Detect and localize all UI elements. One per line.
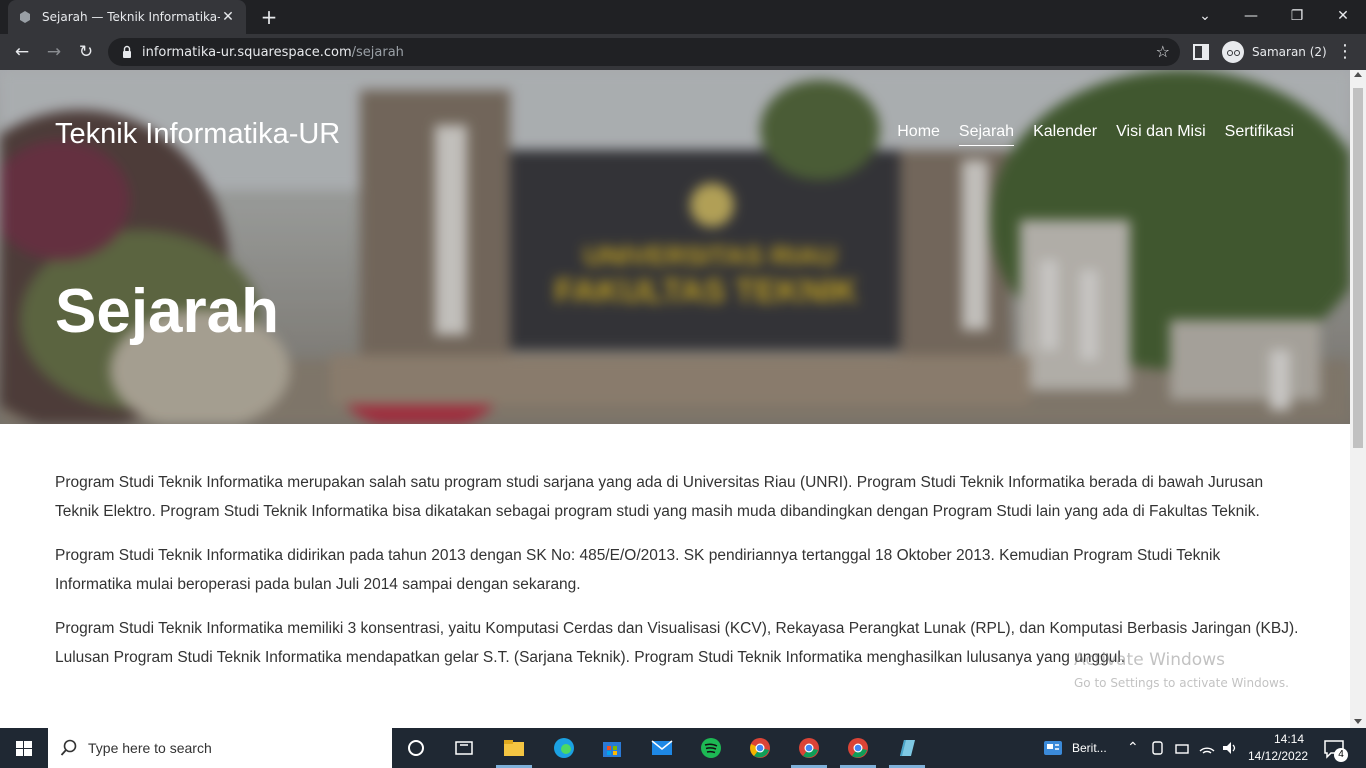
lock-icon <box>123 45 131 58</box>
clock-date[interactable]: 14/12/2022 <box>1248 749 1308 763</box>
network-device-icon[interactable] <box>1174 739 1192 757</box>
bookmark-star-icon[interactable]: ☆ <box>1156 42 1170 61</box>
chrome-icon[interactable] <box>748 736 772 760</box>
activate-windows-subtitle: Go to Settings to activate Windows. <box>1074 676 1289 690</box>
scrollbar-thumb[interactable] <box>1353 88 1363 448</box>
browser-toolbar: ← → ↻ informatika-ur.squarespace.com/sej… <box>0 34 1366 70</box>
nav-link-sejarah[interactable]: Sejarah <box>958 123 1015 146</box>
hero-banner: UNIVERSITAS RIAU FAKULTAS TEKNIK Teknik … <box>0 70 1350 424</box>
meet-now-icon[interactable] <box>1150 739 1168 757</box>
url-host: informatika-ur.squarespace.com <box>142 44 352 60</box>
main-nav: Home Sejarah Kalender Visi dan Misi Sert… <box>897 123 1294 146</box>
page-scrollbar[interactable] <box>1350 70 1366 728</box>
volume-icon[interactable] <box>1221 739 1239 757</box>
clock-time[interactable]: 14:14 <box>1263 732 1315 746</box>
taskbar-search-box[interactable]: Type here to search <box>48 728 392 768</box>
page-viewport: UNIVERSITAS RIAU FAKULTAS TEKNIK Teknik … <box>0 70 1350 728</box>
forward-button[interactable]: → <box>42 40 66 64</box>
chrome-incognito-icon[interactable] <box>846 736 870 760</box>
microsoft-store-icon[interactable] <box>600 736 624 760</box>
back-button[interactable]: ← <box>10 40 34 64</box>
restore-button[interactable]: ❐ <box>1274 4 1320 28</box>
tab-title: Sejarah — Teknik Informatika-UR <box>42 10 220 24</box>
page-heading: Sejarah <box>55 277 280 346</box>
nav-link-home[interactable]: Home <box>897 123 940 146</box>
chrome-profile-icon[interactable] <box>797 736 821 760</box>
address-bar[interactable]: informatika-ur.squarespace.com/sejarah ☆ <box>108 38 1180 66</box>
new-tab-button[interactable]: + <box>258 6 280 28</box>
browser-menu-icon[interactable]: ⋮ <box>1336 40 1354 64</box>
nav-link-visi-dan-misi[interactable]: Visi dan Misi <box>1116 123 1206 146</box>
site-title[interactable]: Teknik Informatika-UR <box>55 118 340 151</box>
tab-search-chevron-icon[interactable]: ⌄ <box>1182 4 1228 28</box>
notepad-icon[interactable] <box>895 736 919 760</box>
minimize-button[interactable]: — <box>1228 4 1274 28</box>
content-paragraph: Program Studi Teknik Informatika didirik… <box>55 547 1221 593</box>
search-placeholder: Type here to search <box>88 740 212 756</box>
windows-taskbar: Type here to search Berit... ⌃ 14:14 14/… <box>0 728 1366 768</box>
nav-link-kalender[interactable]: Kalender <box>1033 123 1097 146</box>
reload-button[interactable]: ↻ <box>74 40 98 64</box>
browser-tab[interactable]: Sejarah — Teknik Informatika-UR ✕ <box>8 0 246 34</box>
scroll-up-arrow-icon[interactable] <box>1354 72 1362 77</box>
mail-icon[interactable] <box>650 736 674 760</box>
notification-count-badge: 4 <box>1334 748 1348 762</box>
profile-label: Samaran (2) <box>1252 45 1327 59</box>
cortana-icon[interactable] <box>404 736 428 760</box>
scroll-down-arrow-icon[interactable] <box>1354 719 1362 724</box>
side-panel-icon[interactable] <box>1193 44 1209 60</box>
activate-windows-title: Activate Windows <box>1074 650 1225 670</box>
browser-tab-strip: Sejarah — Teknik Informatika-UR ✕ + ⌄ — … <box>0 0 1366 34</box>
task-view-icon[interactable] <box>452 736 476 760</box>
search-icon <box>60 739 77 756</box>
nav-link-sertifikasi[interactable]: Sertifikasi <box>1225 123 1294 146</box>
file-explorer-icon[interactable] <box>502 736 526 760</box>
tray-chevron-up-icon[interactable]: ⌃ <box>1127 739 1139 756</box>
news-widget-icon[interactable] <box>1042 736 1066 760</box>
wifi-icon[interactable] <box>1198 739 1216 757</box>
content-paragraph: Program Studi Teknik Informatika merupak… <box>55 474 1264 520</box>
edge-icon[interactable] <box>552 736 576 760</box>
windows-start-icon[interactable] <box>0 728 48 768</box>
news-widget-label[interactable]: Berit... <box>1072 741 1107 755</box>
tab-close-icon[interactable]: ✕ <box>220 9 236 25</box>
squarespace-favicon-icon <box>20 11 30 23</box>
profile-button[interactable]: Samaran (2) <box>1222 39 1327 65</box>
close-window-button[interactable]: ✕ <box>1320 4 1366 28</box>
incognito-avatar-icon <box>1222 41 1244 63</box>
spotify-icon[interactable] <box>699 736 723 760</box>
url-path: /sejarah <box>351 44 404 60</box>
